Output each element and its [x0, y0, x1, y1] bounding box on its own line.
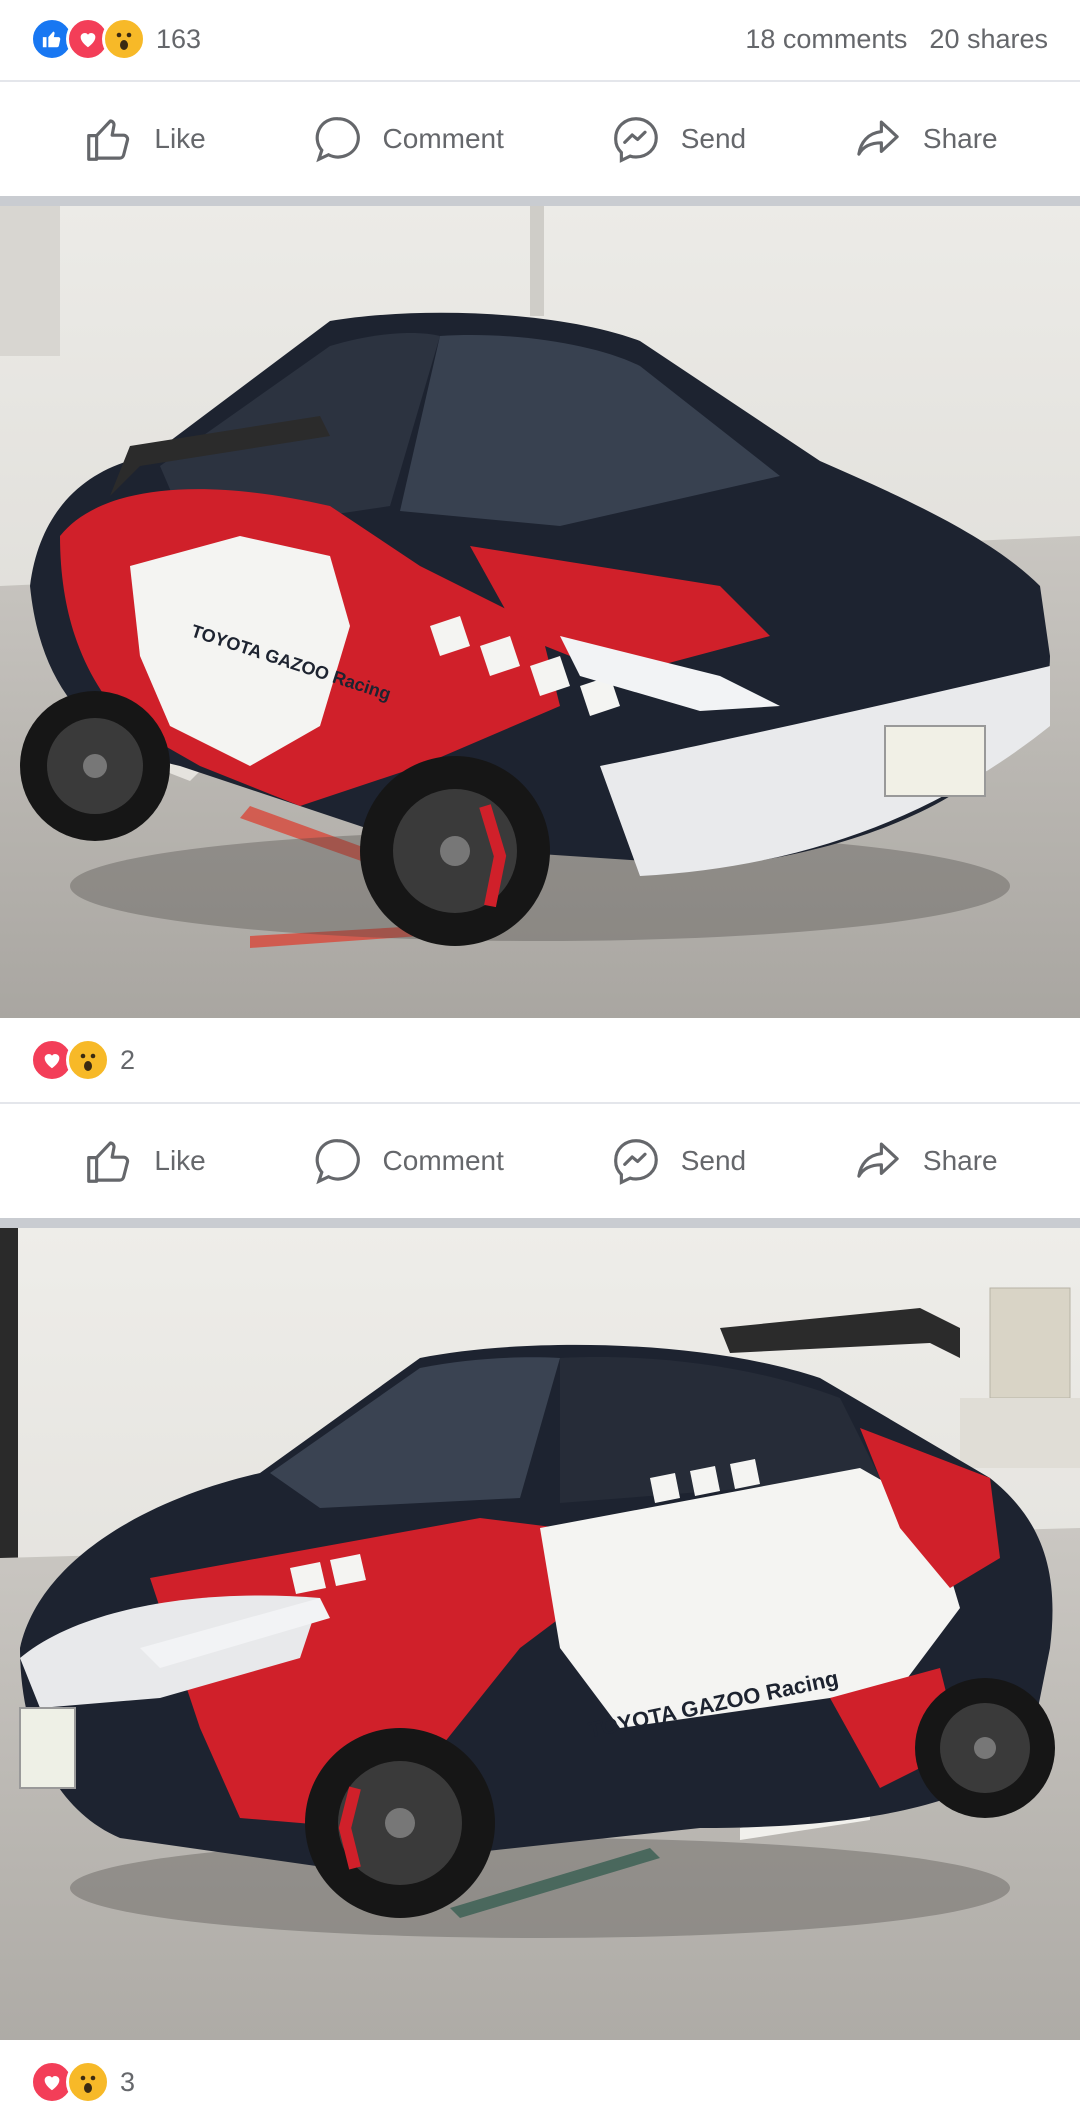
reaction-icons[interactable]: 3 — [30, 2060, 135, 2104]
send-label: Send — [680, 123, 747, 154]
car-photo-2: TOYOTA GAZOO Racing — [0, 1228, 1080, 2040]
reaction-summary-row: 163 18 comments 20 shares — [0, 0, 1080, 78]
comment-label: Comment — [382, 123, 504, 154]
wow-reaction-icon — [66, 1038, 110, 1082]
like-button[interactable]: Like — [82, 112, 206, 166]
share-button[interactable]: Share — [851, 112, 998, 166]
photo-2-reaction-row: 3 — [0, 2040, 1080, 2124]
wow-reaction-icon — [66, 2060, 110, 2104]
action-bar: Like Comment Send Share — [0, 1104, 1080, 1218]
like-label: Like — [154, 1145, 206, 1176]
share-button[interactable]: Share — [851, 1134, 998, 1188]
thumbs-up-icon — [87, 119, 130, 161]
action-bar: Like Comment Send Share — [0, 82, 1080, 196]
photo-1-reaction-row: 2 — [0, 1018, 1080, 1102]
reaction-icons[interactable]: 2 — [30, 1038, 135, 1082]
share-label: Share — [922, 1145, 998, 1176]
post-photo-1[interactable]: TOYOTA GAZOO Racing — [0, 206, 1080, 1018]
like-button[interactable]: Like — [82, 1134, 206, 1188]
like-label: Like — [154, 123, 206, 154]
section-separator — [0, 196, 1080, 206]
share-label: Share — [922, 123, 998, 154]
messenger-icon — [613, 1139, 658, 1185]
share-arrow-icon — [857, 120, 899, 156]
share-arrow-icon — [857, 1142, 899, 1178]
reaction-count[interactable]: 2 — [120, 1045, 135, 1076]
send-button[interactable]: Send — [609, 1134, 746, 1188]
comment-bubble-icon — [315, 1139, 360, 1185]
send-label: Send — [680, 1145, 747, 1176]
comment-bubble-icon — [315, 117, 360, 163]
car-photo-1: TOYOTA GAZOO Racing — [0, 206, 1080, 1018]
post-photo-2[interactable]: TOYOTA GAZOO Racing — [0, 1228, 1080, 2040]
section-separator — [0, 1218, 1080, 1228]
share-count-link[interactable]: 20 shares — [929, 24, 1048, 55]
messenger-icon — [613, 117, 658, 163]
send-button[interactable]: Send — [609, 112, 746, 166]
wow-reaction-icon — [102, 17, 146, 61]
comment-button[interactable]: Comment — [311, 1134, 504, 1188]
reaction-count[interactable]: 163 — [156, 24, 201, 55]
comment-button[interactable]: Comment — [311, 112, 504, 166]
reaction-icons[interactable]: 163 — [30, 17, 201, 61]
thumbs-up-icon — [87, 1141, 130, 1183]
comment-count-link[interactable]: 18 comments — [745, 24, 907, 55]
reaction-count[interactable]: 3 — [120, 2067, 135, 2098]
comment-label: Comment — [382, 1145, 504, 1176]
